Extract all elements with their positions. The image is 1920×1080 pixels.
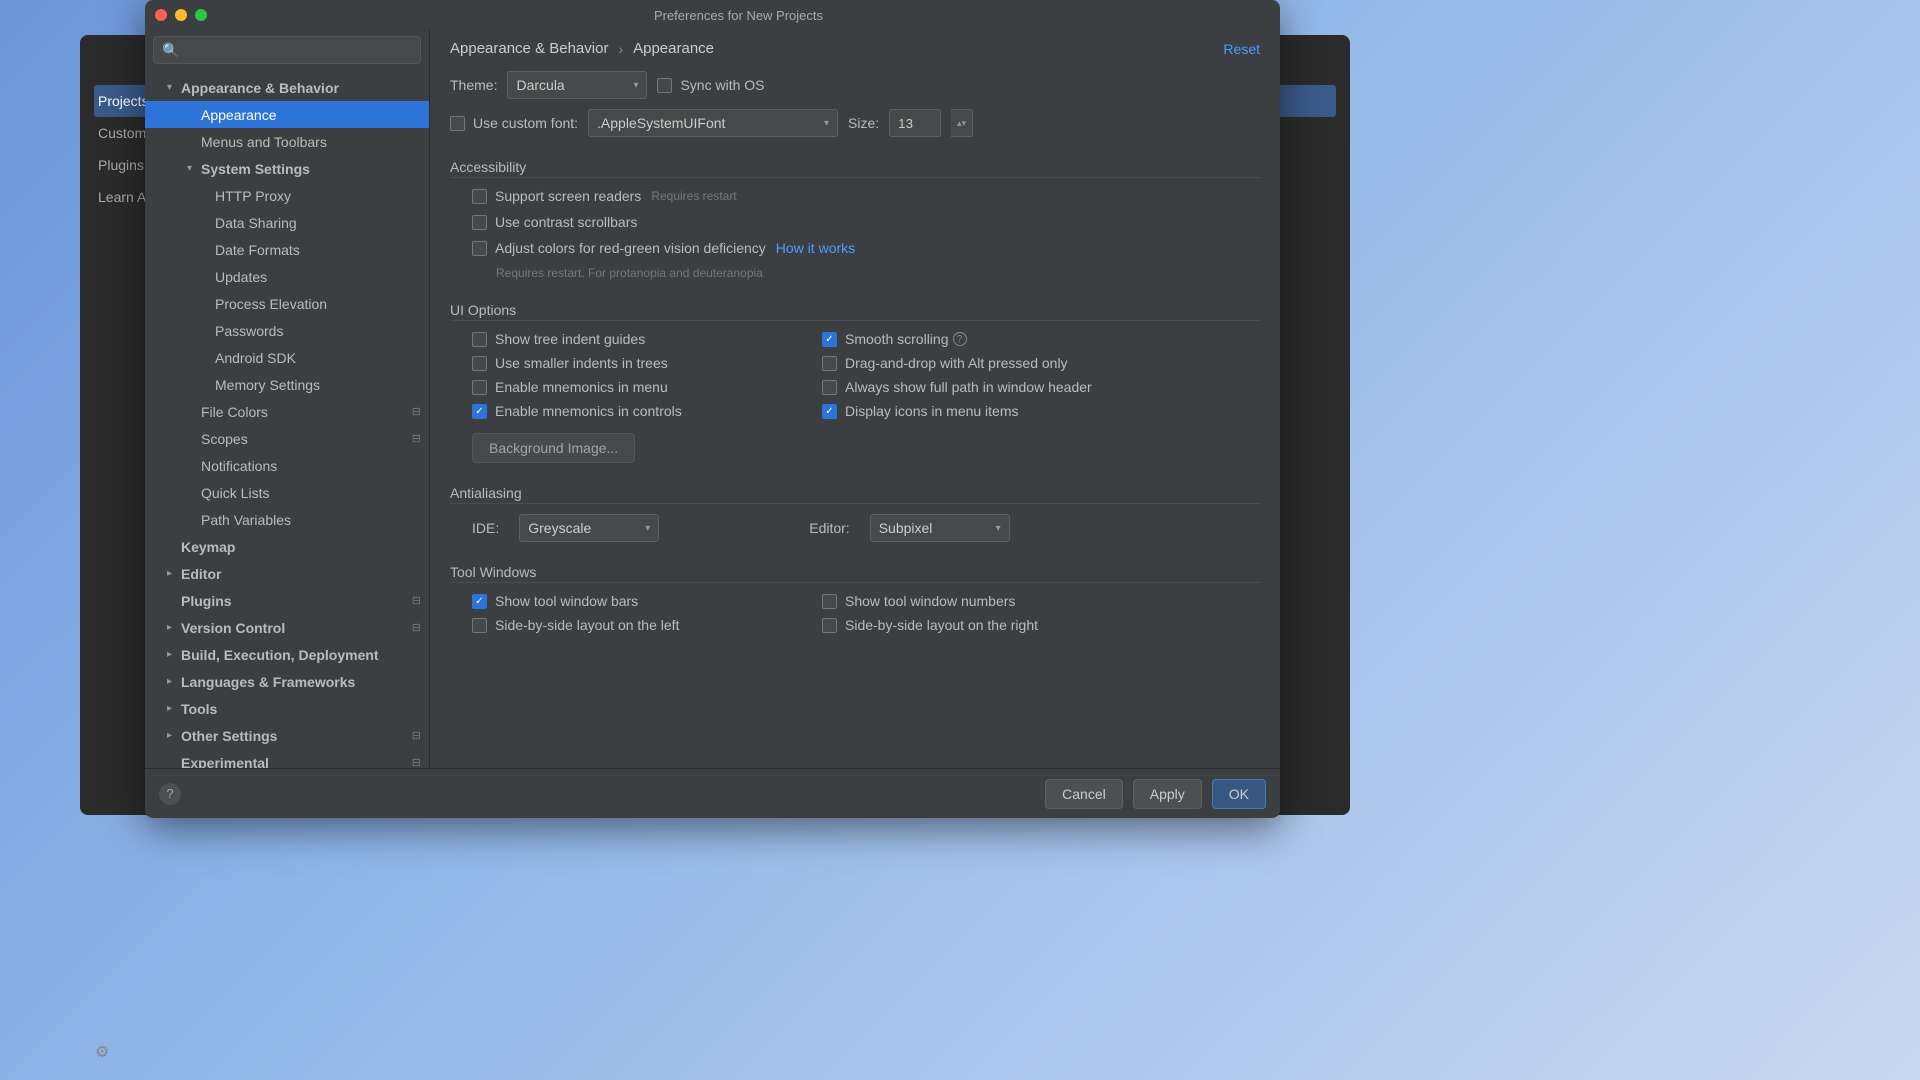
tree-item[interactable]: ▸Editor bbox=[145, 560, 429, 587]
gear-icon[interactable]: ⚙ bbox=[95, 1042, 109, 1062]
tree-item[interactable]: Keymap bbox=[145, 533, 429, 560]
tree-item[interactable]: Process Elevation bbox=[145, 290, 429, 317]
tree-item[interactable]: Notifications bbox=[145, 452, 429, 479]
side-layout-right-checkbox[interactable]: Side-by-side layout on the right bbox=[822, 617, 1260, 633]
section-antialiasing: Antialiasing bbox=[450, 485, 1260, 504]
apply-button[interactable]: Apply bbox=[1133, 779, 1202, 809]
dnd-alt-checkbox[interactable]: Drag-and-drop with Alt pressed only bbox=[822, 355, 1260, 371]
editor-aa-select[interactable]: Subpixel bbox=[870, 514, 1010, 542]
smaller-indents-checkbox[interactable]: Use smaller indents in trees bbox=[472, 355, 802, 371]
preferences-dialog: Preferences for New Projects 🔍 ▾Appearan… bbox=[145, 0, 1280, 818]
stepper-icon[interactable]: ▴▾ bbox=[951, 109, 973, 137]
theme-label: Theme: bbox=[450, 77, 497, 93]
font-select[interactable]: .AppleSystemUIFont bbox=[588, 109, 838, 137]
section-tool-windows: Tool Windows bbox=[450, 564, 1260, 583]
hint-text: Requires restart bbox=[651, 189, 736, 203]
tree-item[interactable]: Updates bbox=[145, 263, 429, 290]
tree-item[interactable]: Scopes⊟ bbox=[145, 425, 429, 452]
tree-item[interactable]: Plugins⊟ bbox=[145, 587, 429, 614]
sync-os-checkbox[interactable]: Sync with OS bbox=[657, 77, 764, 93]
tree-item[interactable]: ▸Version Control⊟ bbox=[145, 614, 429, 641]
color-deficiency-checkbox[interactable]: Adjust colors for red-green vision defic… bbox=[472, 240, 766, 256]
tree-item[interactable]: Experimental⊟ bbox=[145, 749, 429, 768]
how-it-works-link[interactable]: How it works bbox=[776, 240, 855, 256]
side-layout-left-checkbox[interactable]: Side-by-side layout on the left bbox=[472, 617, 802, 633]
maximize-icon[interactable] bbox=[195, 9, 207, 21]
chevron-right-icon: › bbox=[618, 41, 623, 57]
tree-item[interactable]: Android SDK bbox=[145, 344, 429, 371]
minimize-icon[interactable] bbox=[175, 9, 187, 21]
tree-item[interactable]: Passwords bbox=[145, 317, 429, 344]
theme-select[interactable]: Darcula bbox=[507, 71, 647, 99]
contrast-scrollbars-checkbox[interactable]: Use contrast scrollbars bbox=[472, 214, 637, 230]
smooth-scrolling-checkbox[interactable]: Smooth scrolling bbox=[822, 331, 949, 347]
tree-item[interactable]: ▸Other Settings⊟ bbox=[145, 722, 429, 749]
tree-item[interactable]: ▸Build, Execution, Deployment bbox=[145, 641, 429, 668]
editor-aa-label: Editor: bbox=[809, 520, 849, 536]
size-label: Size: bbox=[848, 115, 879, 131]
background-image-button[interactable]: Background Image... bbox=[472, 433, 635, 463]
breadcrumb: Appearance bbox=[633, 40, 714, 57]
full-path-checkbox[interactable]: Always show full path in window header bbox=[822, 379, 1260, 395]
tool-window-bars-checkbox[interactable]: Show tool window bars bbox=[472, 593, 802, 609]
tree-item[interactable]: Appearance bbox=[145, 101, 429, 128]
mnemonics-controls-checkbox[interactable]: Enable mnemonics in controls bbox=[472, 403, 802, 419]
tree-item[interactable]: Quick Lists bbox=[145, 479, 429, 506]
help-icon[interactable]: ? bbox=[953, 332, 967, 346]
tree-item[interactable]: ▾Appearance & Behavior bbox=[145, 74, 429, 101]
tree-indent-checkbox[interactable]: Show tree indent guides bbox=[472, 331, 802, 347]
search-input[interactable]: 🔍 bbox=[153, 36, 421, 64]
mnemonics-menu-checkbox[interactable]: Enable mnemonics in menu bbox=[472, 379, 802, 395]
tree-item[interactable]: ▾System Settings bbox=[145, 155, 429, 182]
section-ui-options: UI Options bbox=[450, 302, 1260, 321]
tree-item[interactable]: ▸Tools bbox=[145, 695, 429, 722]
tree-item[interactable]: HTTP Proxy bbox=[145, 182, 429, 209]
section-accessibility: Accessibility bbox=[450, 159, 1260, 178]
tree-item[interactable]: File Colors⊟ bbox=[145, 398, 429, 425]
cancel-button[interactable]: Cancel bbox=[1045, 779, 1123, 809]
tree-item[interactable]: Memory Settings bbox=[145, 371, 429, 398]
search-icon: 🔍 bbox=[162, 42, 179, 59]
tool-window-numbers-checkbox[interactable]: Show tool window numbers bbox=[822, 593, 1260, 609]
settings-tree[interactable]: ▾Appearance & BehaviorAppearanceMenus an… bbox=[145, 70, 429, 768]
custom-font-checkbox[interactable]: Use custom font: bbox=[450, 115, 578, 131]
breadcrumb: Appearance & Behavior bbox=[450, 40, 608, 57]
screen-readers-checkbox[interactable]: Support screen readers bbox=[472, 188, 641, 204]
tree-item[interactable]: Menus and Toolbars bbox=[145, 128, 429, 155]
display-icons-checkbox[interactable]: Display icons in menu items bbox=[822, 403, 1260, 419]
ide-aa-label: IDE: bbox=[472, 520, 499, 536]
hint-text: Requires restart. For protanopia and deu… bbox=[472, 266, 1260, 280]
ide-aa-select[interactable]: Greyscale bbox=[519, 514, 659, 542]
tree-item[interactable]: Data Sharing bbox=[145, 209, 429, 236]
tree-item[interactable]: Date Formats bbox=[145, 236, 429, 263]
font-size-input[interactable] bbox=[889, 109, 941, 137]
tree-item[interactable]: Path Variables bbox=[145, 506, 429, 533]
close-icon[interactable] bbox=[155, 9, 167, 21]
tree-item[interactable]: ▸Languages & Frameworks bbox=[145, 668, 429, 695]
ok-button[interactable]: OK bbox=[1212, 779, 1266, 809]
help-button[interactable]: ? bbox=[159, 783, 181, 805]
reset-link[interactable]: Reset bbox=[1223, 41, 1260, 57]
dialog-title: Preferences for New Projects bbox=[207, 8, 1270, 23]
